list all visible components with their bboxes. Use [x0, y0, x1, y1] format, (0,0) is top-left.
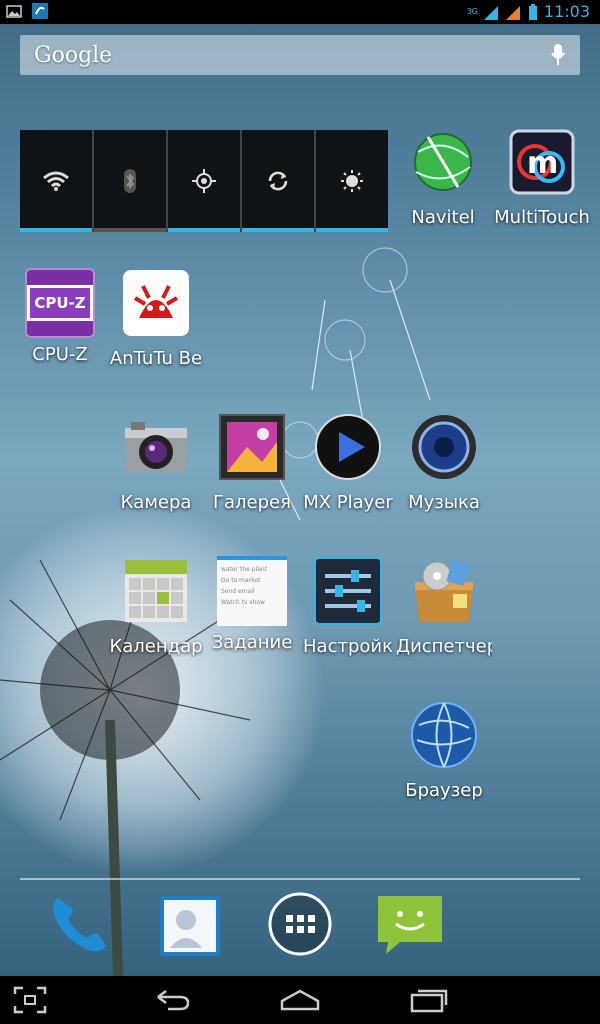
app-label: Галерея: [213, 492, 291, 513]
app-cpu-z[interactable]: CPU-Z CPU-Z: [12, 268, 108, 365]
app-label: Музыка: [408, 492, 480, 513]
tasks-icon: water the plant Go to market Send email …: [217, 556, 287, 626]
svg-text:m: m: [527, 146, 558, 181]
wifi-icon: [43, 171, 69, 191]
clock: 11:03: [543, 2, 590, 21]
app-label: Задание: [211, 632, 293, 653]
brightness-icon: [341, 170, 363, 192]
app-label: Камера: [120, 492, 192, 513]
contacts-icon[interactable]: [154, 890, 226, 962]
messaging-icon[interactable]: [374, 888, 446, 960]
cpu-z-icon-text: CPU-Z: [27, 285, 93, 321]
tasks-row: Send email: [221, 588, 255, 595]
battery-icon: [528, 3, 537, 20]
recents-button[interactable]: [408, 984, 448, 1016]
cpu-z-icon: CPU-Z: [25, 268, 95, 338]
back-button[interactable]: [152, 984, 192, 1016]
screenshot-icon: [13, 986, 47, 1014]
camera-icon: [125, 422, 187, 472]
power-control-widget: [20, 130, 388, 232]
app-multitouch[interactable]: m MultiTouch: [492, 127, 592, 228]
navitel-icon: [414, 133, 472, 191]
app-label: MultiTouch: [494, 207, 590, 228]
tasks-row: Go to market: [221, 577, 261, 584]
app-navitel[interactable]: Navitel: [395, 127, 491, 228]
phone-icon[interactable]: [44, 888, 116, 960]
app-drawer-icon[interactable]: [264, 888, 336, 960]
back-icon: [157, 990, 190, 1011]
screenshot-button[interactable]: [10, 984, 50, 1016]
browser-icon: [411, 702, 477, 768]
app-music[interactable]: Музыка: [396, 412, 492, 513]
app-calendar[interactable]: Календар: [108, 556, 204, 657]
file-manager-icon: [415, 560, 473, 622]
app-label: Navitel: [411, 207, 475, 228]
home-icon: [280, 989, 320, 1011]
calendar-icon: [125, 560, 187, 622]
sync-toggle[interactable]: [242, 130, 316, 232]
bluetooth-icon: [124, 169, 136, 193]
app-label: AnTuTu Be: [109, 348, 203, 369]
app-mx-player[interactable]: MX Player: [300, 412, 396, 513]
app-file-manager[interactable]: Диспетчер: [396, 556, 492, 657]
app-label: Календар: [109, 636, 203, 657]
multitouch-icon: m: [509, 129, 575, 195]
app-label: Диспетчер: [396, 636, 492, 657]
signal-icon: [505, 5, 520, 20]
mx-player-icon: [315, 414, 381, 480]
home-button[interactable]: [280, 984, 320, 1016]
gps-toggle[interactable]: [168, 130, 242, 232]
app-tasks[interactable]: water the plant Go to market Send email …: [204, 556, 300, 653]
music-icon: [412, 415, 476, 479]
app-browser[interactable]: Браузер: [396, 700, 492, 801]
image-icon: [6, 5, 22, 18]
recents-icon: [410, 989, 448, 1013]
dock-divider: [20, 878, 580, 880]
app-label: CPU-Z: [32, 344, 88, 365]
sync-icon: [32, 3, 48, 19]
mic-icon[interactable]: [550, 43, 566, 67]
app-camera[interactable]: Камера: [108, 412, 204, 513]
bluetooth-toggle[interactable]: [94, 130, 168, 232]
wifi-toggle[interactable]: [20, 130, 94, 232]
navigation-bar: [0, 976, 600, 1024]
app-antutu[interactable]: AnTuTu Be: [108, 268, 204, 369]
brightness-toggle[interactable]: [316, 130, 388, 232]
signal-3g-icon: [483, 5, 498, 20]
tasks-row: water the plant: [221, 566, 268, 573]
search-label: Google: [34, 42, 113, 68]
app-settings[interactable]: Настройк: [300, 556, 396, 657]
app-label: Браузер: [405, 780, 483, 801]
gps-icon: [192, 169, 216, 193]
sync-toggle-icon: [268, 171, 288, 191]
google-search-bar[interactable]: Google: [20, 35, 580, 75]
status-bar: 3G 11:03: [0, 0, 600, 24]
app-label: Настройк: [303, 636, 393, 657]
app-label: MX Player: [303, 492, 393, 513]
app-gallery[interactable]: Галерея: [204, 412, 300, 513]
antutu-icon: [123, 270, 189, 336]
gallery-icon: [219, 414, 285, 480]
settings-icon: [314, 557, 382, 625]
network-type: 3G: [466, 7, 478, 16]
tasks-row: Watch tv show: [221, 599, 265, 606]
